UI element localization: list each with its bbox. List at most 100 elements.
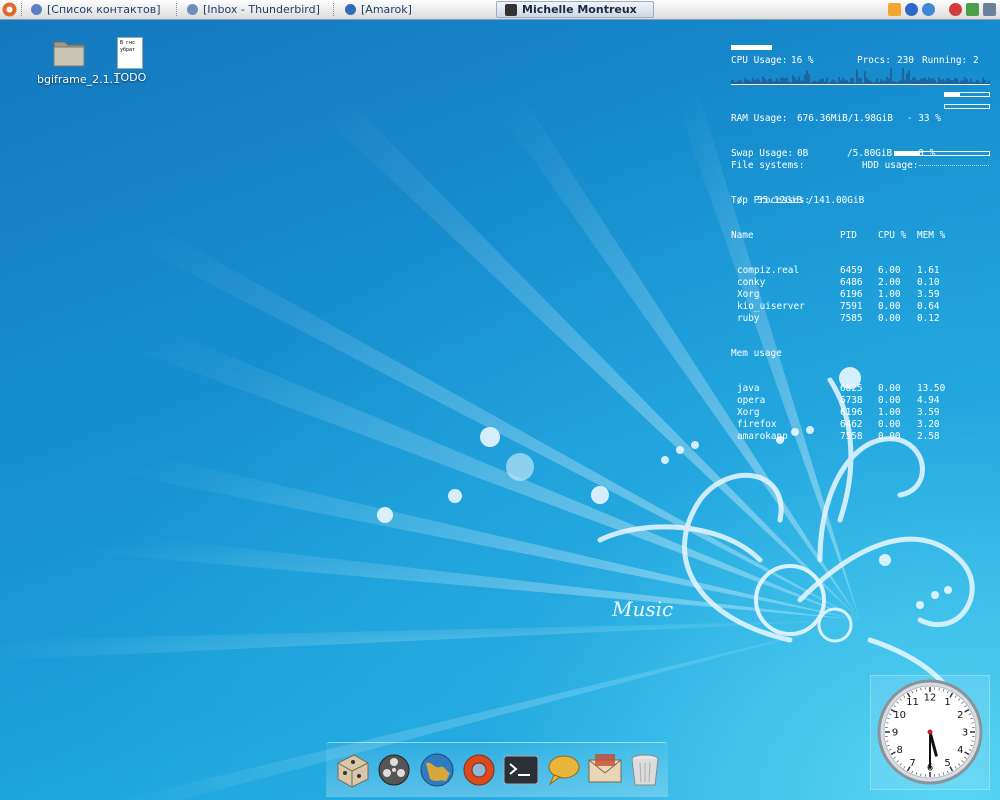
task-amarok[interactable]: [Amarok] bbox=[345, 1, 412, 18]
thunderbird-icon bbox=[187, 4, 198, 15]
process-pid: 6196 bbox=[840, 406, 863, 418]
clock-numeral: 3 bbox=[962, 728, 968, 739]
dock-trash[interactable] bbox=[626, 751, 664, 789]
fs-usage-bar bbox=[894, 151, 990, 156]
film-reel-icon bbox=[378, 754, 410, 786]
clipboard-icon[interactable] bbox=[888, 3, 901, 16]
keyboard-layout-icon[interactable] bbox=[966, 3, 979, 16]
process-cpu: 6.00 bbox=[878, 265, 901, 277]
process-name: amarokapp bbox=[737, 430, 788, 442]
process-mem: 3.59 bbox=[917, 288, 940, 300]
clock-numeral: 9 bbox=[892, 728, 898, 739]
clock-numeral: 7 bbox=[909, 758, 915, 769]
process-pid: 6196 bbox=[840, 288, 863, 300]
process-row: compiz.real 6459 6.00 1.61 bbox=[731, 265, 991, 277]
contacts-icon bbox=[31, 4, 42, 15]
process-mem: 0.10 bbox=[917, 277, 940, 289]
clock-numeral: 2 bbox=[957, 710, 963, 721]
ram-value: 676.36MiB/1.98GiB bbox=[797, 112, 893, 124]
dock-dice-game[interactable] bbox=[334, 751, 372, 789]
adblock-icon[interactable] bbox=[949, 3, 962, 16]
taskbar-separator bbox=[21, 3, 24, 16]
process-pid: 6738 bbox=[840, 395, 863, 407]
process-cpu: 0.00 bbox=[878, 300, 901, 312]
process-row: Xorg 6196 1.00 3.59 bbox=[731, 289, 991, 301]
ram-label: RAM Usage: bbox=[731, 112, 788, 124]
process-cpu: 1.00 bbox=[878, 288, 901, 300]
process-name: Xorg bbox=[737, 288, 760, 300]
process-cpu: 0.00 bbox=[878, 395, 901, 407]
process-name: firefox bbox=[737, 418, 777, 430]
process-pid: 6825 bbox=[840, 383, 863, 395]
header-name: Name bbox=[731, 229, 754, 241]
process-cpu: 1.00 bbox=[878, 406, 901, 418]
update-icon[interactable] bbox=[922, 3, 935, 16]
swap-usage-bar bbox=[944, 104, 990, 109]
taskbar-separator bbox=[176, 3, 179, 16]
dock-messenger[interactable] bbox=[544, 751, 582, 789]
task-label: [Inbox - Thunderbird] bbox=[203, 3, 320, 16]
display-icon[interactable] bbox=[983, 3, 996, 16]
process-pid: 7558 bbox=[840, 430, 863, 442]
clock-numeral: 1 bbox=[944, 697, 950, 708]
process-mem: 3.59 bbox=[917, 406, 940, 418]
clock-numeral: 4 bbox=[957, 745, 963, 756]
process-row: ruby 7585 0.00 0.12 bbox=[731, 313, 991, 325]
process-pid: 7591 bbox=[840, 300, 863, 312]
process-row: firefox 6462 0.00 3.20 bbox=[731, 419, 991, 431]
mem-usage-title: Mem usage bbox=[731, 347, 782, 359]
process-row: amarokapp 7558 0.00 2.58 bbox=[731, 431, 991, 443]
dock-terminal[interactable] bbox=[502, 751, 540, 789]
cpu-usage-bar bbox=[731, 45, 990, 50]
lifebuoy-icon bbox=[463, 754, 495, 786]
process-name: ruby bbox=[737, 312, 760, 324]
process-cpu: 0.00 bbox=[878, 312, 901, 324]
dock-help[interactable] bbox=[460, 751, 498, 789]
process-mem: 0.64 bbox=[917, 300, 940, 312]
hdd-usage-label: HDD usage: bbox=[862, 159, 919, 171]
process-row: Xorg 6196 1.00 3.59 bbox=[731, 407, 991, 419]
analog-clock-widget[interactable]: 121234567891011 bbox=[870, 675, 990, 790]
header-cpu: CPU % bbox=[878, 229, 907, 241]
clock-numeral: 5 bbox=[944, 758, 950, 769]
task-contacts[interactable]: [Список контактов] bbox=[31, 1, 161, 18]
task-label: [Amarok] bbox=[361, 3, 412, 16]
process-pid: 6459 bbox=[840, 265, 863, 277]
dock-media-player[interactable] bbox=[376, 751, 414, 789]
cpu-history-graph bbox=[731, 68, 990, 85]
clock-numeral: 10 bbox=[893, 710, 906, 721]
amarok-icon bbox=[345, 4, 356, 15]
conky-monitor: CPU Usage: 16 % Procs: 230 Running: 2 RA… bbox=[731, 31, 991, 442]
process-mem: 13.50 bbox=[917, 383, 946, 395]
desktop-icon-label: bgiframe_2.1.1 bbox=[37, 73, 121, 86]
dock-web-browser[interactable] bbox=[418, 751, 456, 789]
music-script-text: Music bbox=[611, 597, 673, 621]
process-name: kio_uiserver bbox=[737, 300, 805, 312]
mail-envelope-icon bbox=[588, 754, 622, 783]
kmenu-icon[interactable] bbox=[1, 1, 18, 18]
hdd-activity-graph bbox=[919, 164, 989, 166]
ram-percent: - 33 % bbox=[907, 112, 941, 124]
desktop-icon-bgiframe[interactable]: bgiframe_2.1.1 bbox=[37, 38, 121, 87]
process-row: opera 6738 0.00 4.94 bbox=[731, 395, 991, 407]
process-cpu: 0.00 bbox=[878, 383, 901, 395]
task-michelle-montreux[interactable]: Michelle Montreux bbox=[496, 1, 654, 18]
window-icon bbox=[505, 3, 517, 16]
trash-icon bbox=[631, 754, 659, 786]
task-thunderbird[interactable]: [Inbox - Thunderbird] bbox=[187, 1, 320, 18]
process-cpu: 2.00 bbox=[878, 277, 901, 289]
process-row: conky 6486 2.00 0.10 bbox=[731, 277, 991, 289]
process-name: conky bbox=[737, 277, 766, 289]
process-mem: 0.12 bbox=[917, 312, 940, 324]
desktop-icon-todo[interactable]: В гнс убрат TODO bbox=[98, 37, 162, 85]
top-cpu-list: compiz.real 6459 6.00 1.61 conky 6486 2.00 0.10… bbox=[731, 265, 991, 324]
taskbar-separator bbox=[333, 3, 336, 16]
clock-numeral: 8 bbox=[897, 745, 903, 756]
header-mem: MEM % bbox=[917, 229, 946, 241]
dock-mail[interactable] bbox=[586, 751, 624, 789]
network-globe-icon[interactable] bbox=[905, 3, 918, 16]
clock-numeral: 11 bbox=[906, 697, 919, 708]
ram-usage-bar bbox=[944, 92, 990, 97]
process-name: compiz.real bbox=[737, 265, 800, 277]
process-pid: 6462 bbox=[840, 418, 863, 430]
